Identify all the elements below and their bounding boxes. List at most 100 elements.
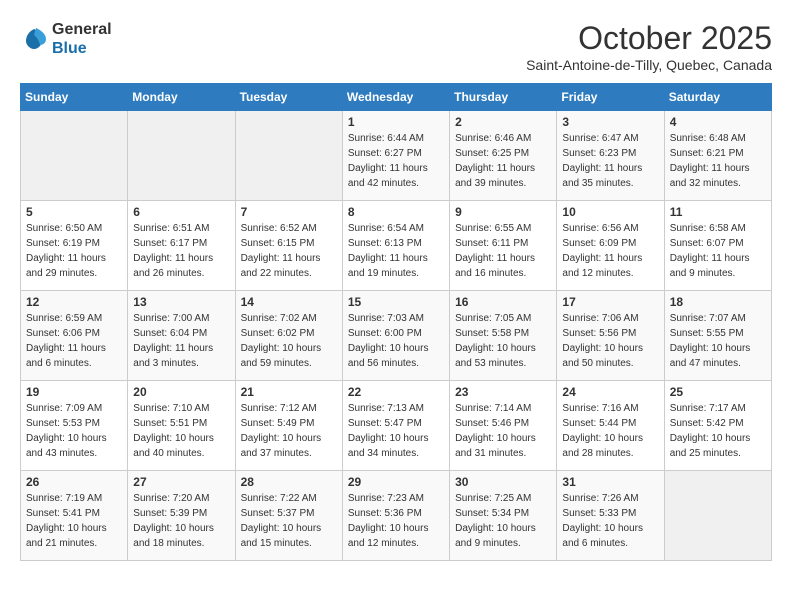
day-number: 22 [348, 385, 444, 399]
logo: General Blue [20, 20, 112, 58]
calendar-cell: 26 Sunrise: 7:19 AM Sunset: 5:41 PM Dayli… [21, 471, 128, 561]
day-number: 18 [670, 295, 766, 309]
day-info: Sunrise: 7:12 AM Sunset: 5:49 PM Dayligh… [241, 401, 337, 461]
weekday-header: Saturday [664, 84, 771, 111]
day-info: Sunrise: 7:03 AM Sunset: 6:00 PM Dayligh… [348, 311, 444, 371]
day-number: 8 [348, 205, 444, 219]
calendar-cell: 17Sunrise: 7:06 AM Sunset: 5:56 PM Dayli… [557, 291, 664, 381]
calendar-cell: 10 Sunrise: 6:56 AM Sunset: 6:09 PM Dayli… [557, 201, 664, 291]
logo-icon [20, 25, 48, 53]
day-info: Sunrise: 7:10 AM Sunset: 5:51 PM Dayligh… [133, 401, 229, 461]
day-info: Sunrise: 7:05 AM Sunset: 5:58 PM Dayligh… [455, 311, 551, 371]
day-number: 27 [133, 475, 229, 489]
day-number: 30 [455, 475, 551, 489]
day-info: Sunrise: 6:52 AM Sunset: 6:15 PM Dayligh… [241, 221, 337, 281]
day-number: 20 [133, 385, 229, 399]
calendar-week-row: 12 Sunrise: 6:59 AM Sunset: 6:06 PM Dayli… [21, 291, 772, 381]
day-info: Sunrise: 7:22 AM Sunset: 5:37 PM Dayligh… [241, 491, 337, 551]
day-info: Sunrise: 7:02 AM Sunset: 6:02 PM Dayligh… [241, 311, 337, 371]
calendar-week-row: 5Sunrise: 6:50 AM Sunset: 6:19 PM Daylig… [21, 201, 772, 291]
day-info: Sunrise: 6:56 AM Sunset: 6:09 PM Dayligh… [562, 221, 658, 281]
day-info: Sunrise: 6:58 AM Sunset: 6:07 PM Dayligh… [670, 221, 766, 281]
weekday-header: Monday [128, 84, 235, 111]
calendar-cell: 7Sunrise: 6:52 AM Sunset: 6:15 PM Daylig… [235, 201, 342, 291]
weekday-header: Thursday [450, 84, 557, 111]
calendar-cell: 18 Sunrise: 7:07 AM Sunset: 5:55 PM Dayli… [664, 291, 771, 381]
calendar-cell [664, 471, 771, 561]
day-number: 5 [26, 205, 122, 219]
calendar-cell: 14 Sunrise: 7:02 AM Sunset: 6:02 PM Dayli… [235, 291, 342, 381]
day-info: Sunrise: 6:51 AM Sunset: 6:17 PM Dayligh… [133, 221, 229, 281]
calendar-cell: 19 Sunrise: 7:09 AM Sunset: 5:53 PM Dayli… [21, 381, 128, 471]
calendar-cell: 3 Sunrise: 6:47 AM Sunset: 6:23 PM Daylig… [557, 111, 664, 201]
day-info: Sunrise: 7:06 AM Sunset: 5:56 PM Dayligh… [562, 311, 658, 371]
calendar-cell: 4 Sunrise: 6:48 AM Sunset: 6:21 PM Daylig… [664, 111, 771, 201]
day-info: Sunrise: 7:25 AM Sunset: 5:34 PM Dayligh… [455, 491, 551, 551]
day-number: 4 [670, 115, 766, 129]
calendar-cell: 25 Sunrise: 7:17 AM Sunset: 5:42 PM Dayli… [664, 381, 771, 471]
day-info: Sunrise: 7:07 AM Sunset: 5:55 PM Dayligh… [670, 311, 766, 371]
day-number: 1 [348, 115, 444, 129]
calendar-cell: 6 Sunrise: 6:51 AM Sunset: 6:17 PM Daylig… [128, 201, 235, 291]
day-info: Sunrise: 6:59 AM Sunset: 6:06 PM Dayligh… [26, 311, 122, 371]
day-info: Sunrise: 7:13 AM Sunset: 5:47 PM Dayligh… [348, 401, 444, 461]
calendar-cell: 21Sunrise: 7:12 AM Sunset: 5:49 PM Dayli… [235, 381, 342, 471]
calendar-cell: 13Sunrise: 7:00 AM Sunset: 6:04 PM Dayli… [128, 291, 235, 381]
day-number: 13 [133, 295, 229, 309]
calendar-cell: 23Sunrise: 7:14 AM Sunset: 5:46 PM Dayli… [450, 381, 557, 471]
day-info: Sunrise: 7:26 AM Sunset: 5:33 PM Dayligh… [562, 491, 658, 551]
calendar-cell: 12 Sunrise: 6:59 AM Sunset: 6:06 PM Dayli… [21, 291, 128, 381]
day-info: Sunrise: 7:14 AM Sunset: 5:46 PM Dayligh… [455, 401, 551, 461]
weekday-header: Wednesday [342, 84, 449, 111]
calendar-cell: 24 Sunrise: 7:16 AM Sunset: 5:44 PM Dayli… [557, 381, 664, 471]
day-number: 19 [26, 385, 122, 399]
calendar-cell [235, 111, 342, 201]
day-info: Sunrise: 7:09 AM Sunset: 5:53 PM Dayligh… [26, 401, 122, 461]
calendar-cell: 27Sunrise: 7:20 AM Sunset: 5:39 PM Dayli… [128, 471, 235, 561]
calendar-cell: 30 Sunrise: 7:25 AM Sunset: 5:34 PM Dayli… [450, 471, 557, 561]
day-number: 12 [26, 295, 122, 309]
page-header: General Blue October 2025 Saint-Antoine-… [20, 20, 772, 73]
calendar-cell: 9 Sunrise: 6:55 AM Sunset: 6:11 PM Daylig… [450, 201, 557, 291]
location-subtitle: Saint-Antoine-de-Tilly, Quebec, Canada [526, 57, 772, 73]
calendar-cell: 8 Sunrise: 6:54 AM Sunset: 6:13 PM Daylig… [342, 201, 449, 291]
day-number: 2 [455, 115, 551, 129]
calendar-cell: 31 Sunrise: 7:26 AM Sunset: 5:33 PM Dayli… [557, 471, 664, 561]
day-info: Sunrise: 6:54 AM Sunset: 6:13 PM Dayligh… [348, 221, 444, 281]
calendar-week-row: 19 Sunrise: 7:09 AM Sunset: 5:53 PM Dayli… [21, 381, 772, 471]
calendar-cell: 11 Sunrise: 6:58 AM Sunset: 6:07 PM Dayli… [664, 201, 771, 291]
day-number: 3 [562, 115, 658, 129]
day-number: 26 [26, 475, 122, 489]
calendar-cell [128, 111, 235, 201]
day-number: 31 [562, 475, 658, 489]
title-block: October 2025 Saint-Antoine-de-Tilly, Que… [526, 20, 772, 73]
day-number: 16 [455, 295, 551, 309]
calendar-cell: 20 Sunrise: 7:10 AM Sunset: 5:51 PM Dayli… [128, 381, 235, 471]
day-number: 6 [133, 205, 229, 219]
day-number: 10 [562, 205, 658, 219]
day-info: Sunrise: 6:55 AM Sunset: 6:11 PM Dayligh… [455, 221, 551, 281]
day-number: 9 [455, 205, 551, 219]
day-info: Sunrise: 7:16 AM Sunset: 5:44 PM Dayligh… [562, 401, 658, 461]
calendar-cell [21, 111, 128, 201]
month-title: October 2025 [526, 20, 772, 57]
day-number: 25 [670, 385, 766, 399]
calendar-header-row: SundayMondayTuesdayWednesdayThursdayFrid… [21, 84, 772, 111]
day-number: 14 [241, 295, 337, 309]
day-info: Sunrise: 6:46 AM Sunset: 6:25 PM Dayligh… [455, 131, 551, 191]
day-number: 29 [348, 475, 444, 489]
day-info: Sunrise: 7:23 AM Sunset: 5:36 PM Dayligh… [348, 491, 444, 551]
calendar-cell: 5Sunrise: 6:50 AM Sunset: 6:19 PM Daylig… [21, 201, 128, 291]
day-number: 11 [670, 205, 766, 219]
day-info: Sunrise: 6:44 AM Sunset: 6:27 PM Dayligh… [348, 131, 444, 191]
day-info: Sunrise: 7:17 AM Sunset: 5:42 PM Dayligh… [670, 401, 766, 461]
day-info: Sunrise: 7:19 AM Sunset: 5:41 PM Dayligh… [26, 491, 122, 551]
day-number: 24 [562, 385, 658, 399]
calendar-cell: 28Sunrise: 7:22 AM Sunset: 5:37 PM Dayli… [235, 471, 342, 561]
day-info: Sunrise: 6:48 AM Sunset: 6:21 PM Dayligh… [670, 131, 766, 191]
weekday-header: Sunday [21, 84, 128, 111]
calendar-cell: 29 Sunrise: 7:23 AM Sunset: 5:36 PM Dayli… [342, 471, 449, 561]
calendar-cell: 15Sunrise: 7:03 AM Sunset: 6:00 PM Dayli… [342, 291, 449, 381]
calendar-table: SundayMondayTuesdayWednesdayThursdayFrid… [20, 83, 772, 561]
day-info: Sunrise: 6:47 AM Sunset: 6:23 PM Dayligh… [562, 131, 658, 191]
